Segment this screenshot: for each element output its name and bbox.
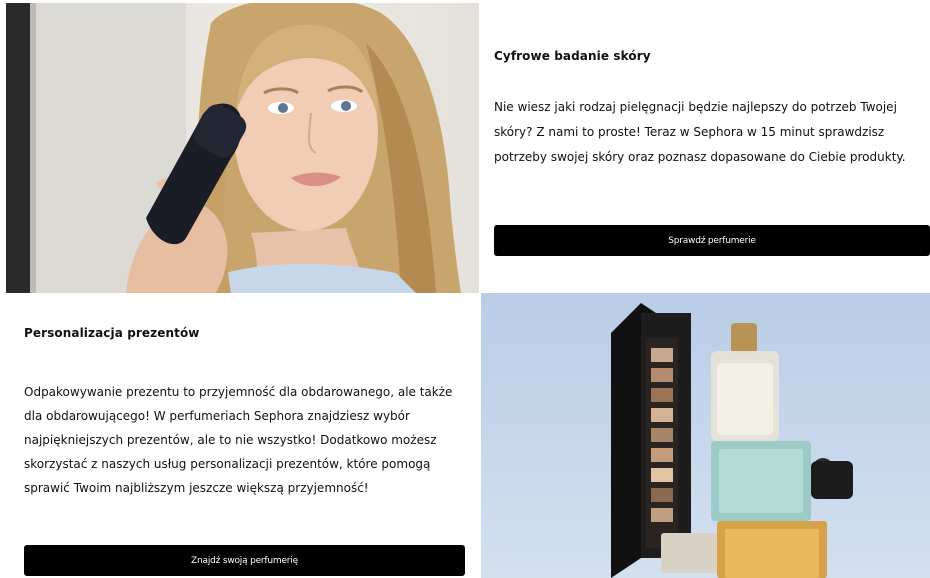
skin-test-photo xyxy=(6,3,479,293)
services-page: Cyfrowe badanie skóry Nie wiesz jaki rod… xyxy=(0,0,930,578)
check-perfumery-button[interactable]: Sprawdź perfumerie xyxy=(494,225,930,256)
gift-personalization-title: Personalizacja prezentów xyxy=(24,326,200,340)
products-photo xyxy=(481,293,930,578)
gift-personalization-section: Personalizacja prezentów Odpakowywanie p… xyxy=(24,292,469,578)
gift-personalization-description: Odpakowywanie prezentu to przyjemność dl… xyxy=(24,385,453,495)
find-perfumery-button[interactable]: Znajdź swoją perfumerię xyxy=(24,545,465,576)
skin-test-description: Nie wiesz jaki rodzaj pielęgnacji będzie… xyxy=(494,100,906,164)
skin-test-title: Cyfrowe badanie skóry xyxy=(494,49,651,63)
skin-test-section: Cyfrowe badanie skóry Nie wiesz jaki rod… xyxy=(494,0,930,292)
